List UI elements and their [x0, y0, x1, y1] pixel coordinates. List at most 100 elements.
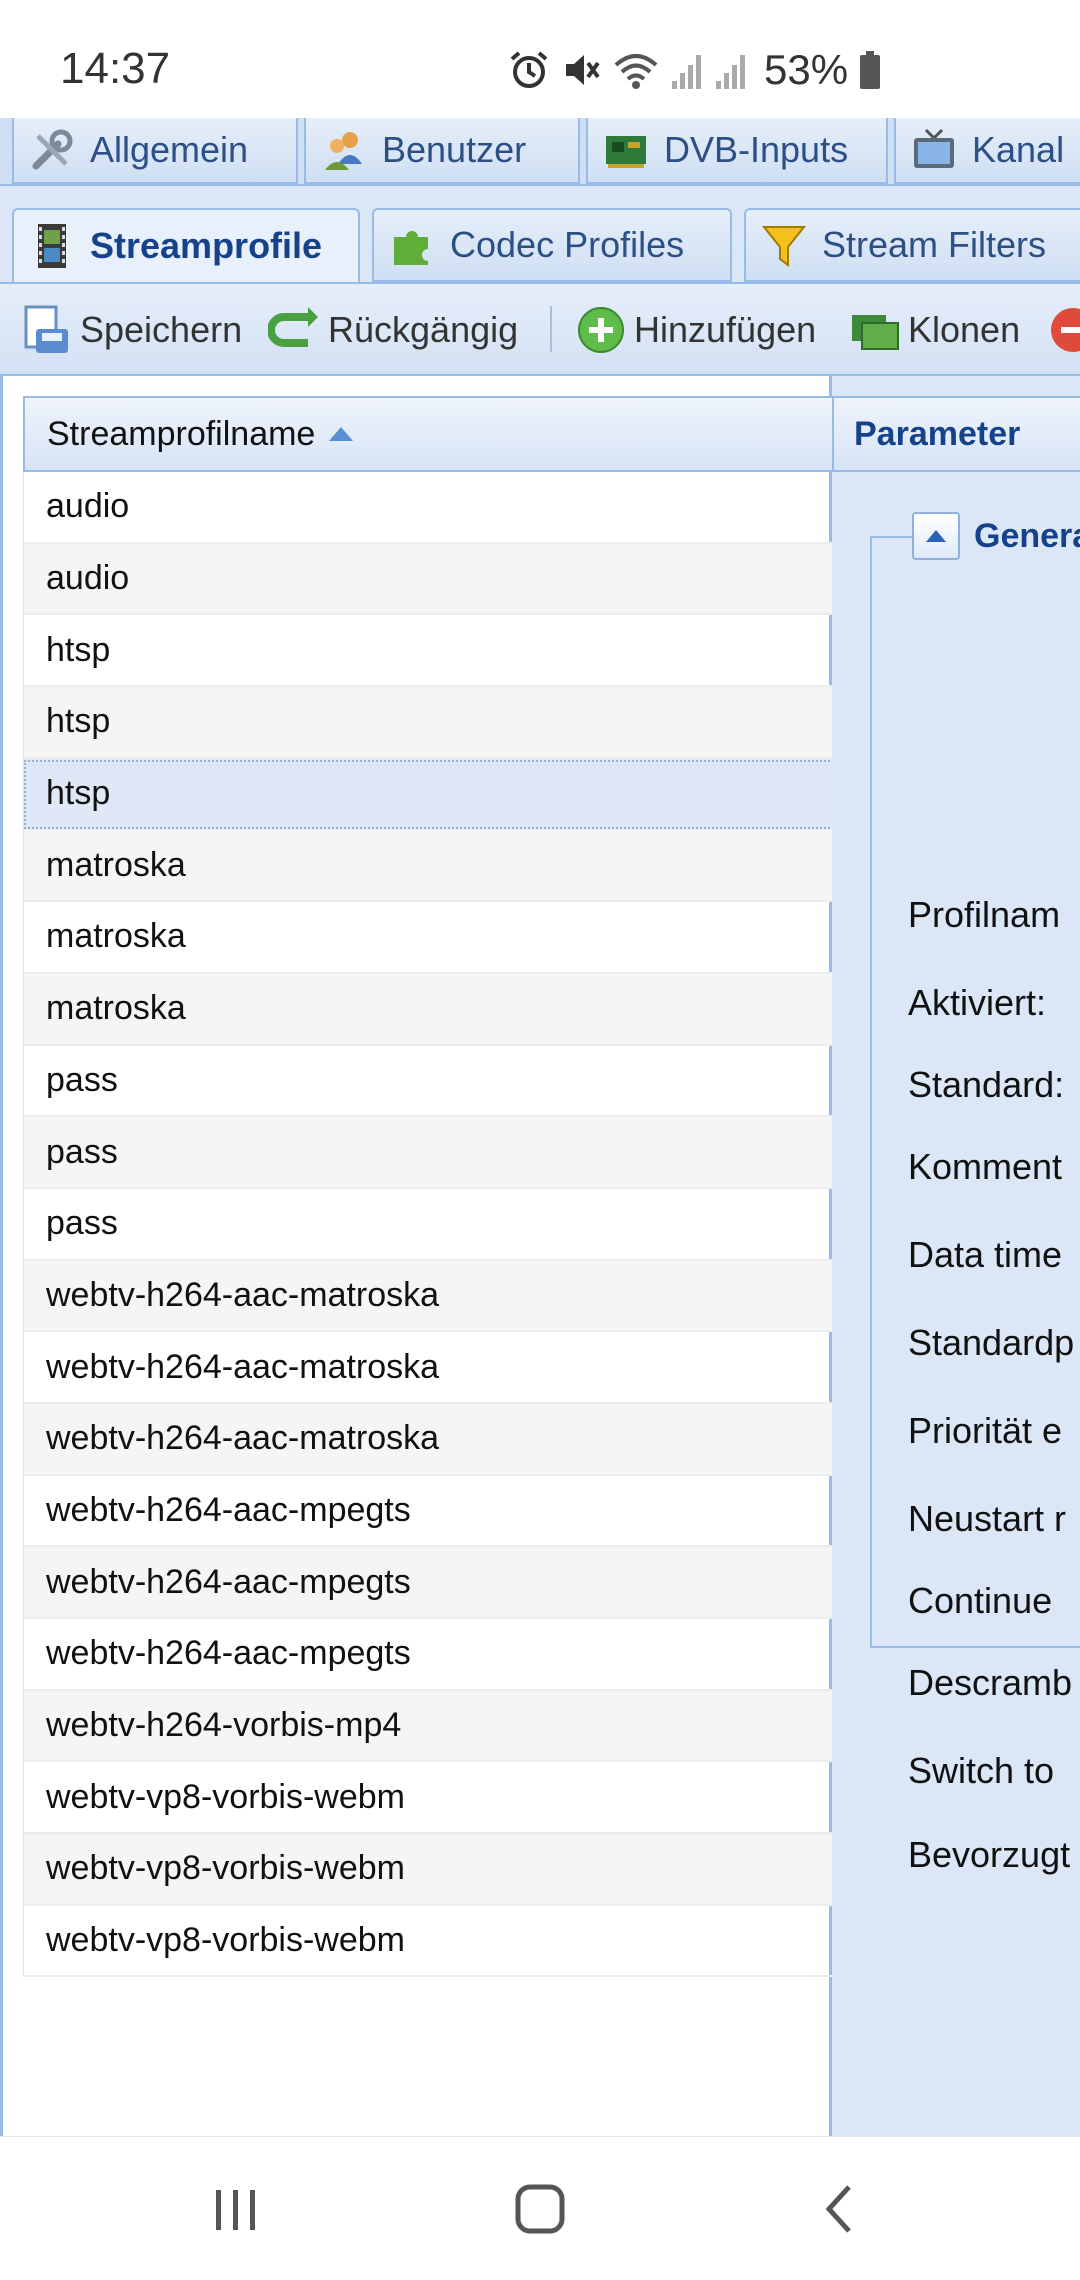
table-row[interactable]: htsp	[23, 615, 835, 688]
row-profile-name: webtv-vp8-vorbis-webm	[46, 1777, 405, 1816]
puzzle-icon	[394, 231, 428, 265]
tab-label: Streamprofile	[90, 225, 323, 266]
table-row[interactable]: webtv-vp8-vorbis-webm	[23, 1762, 835, 1835]
battery-icon	[860, 51, 881, 89]
row-profile-name: htsp	[46, 774, 111, 813]
wifi-icon	[614, 54, 658, 89]
table-row[interactable]: webtv-h264-aac-mpegts	[23, 1619, 835, 1691]
row-profile-name: webtv-vp8-vorbis-webm	[46, 1849, 405, 1888]
toolbar-separator	[550, 306, 552, 352]
row-profile-name: matroska	[46, 845, 186, 884]
alarm-icon	[510, 51, 548, 88]
clone-label: Klonen	[908, 309, 1021, 350]
save-icon	[24, 305, 68, 353]
recents-icon	[216, 2190, 255, 2230]
undo-icon	[268, 307, 318, 347]
tab-codec-profiles[interactable]: Codec Profiles	[372, 208, 732, 282]
table-row[interactable]: audio	[23, 472, 835, 544]
column-header-name[interactable]: Streamprofilname	[23, 396, 835, 472]
mute-icon	[566, 55, 600, 85]
parameter-label: Profilnam	[908, 894, 1061, 935]
tab-label: Benutzer	[382, 129, 527, 170]
parameter-label: Descramb	[908, 1662, 1073, 1703]
tab-benutzer[interactable]: Benutzer	[304, 118, 580, 184]
row-profile-name: webtv-h264-aac-matroska	[46, 1347, 440, 1386]
clone-icon	[852, 315, 899, 350]
tab-label: Stream Filters	[822, 224, 1047, 265]
parameter-label: Switch to	[908, 1750, 1055, 1791]
add-label: Hinzufügen	[634, 309, 817, 350]
tab-streamprofile[interactable]: Streamprofile	[12, 208, 360, 282]
collapse-toggle[interactable]	[912, 512, 960, 560]
save-label: Speichern	[80, 309, 243, 350]
battery-percent: 53%	[764, 46, 849, 93]
streamprofile-grid: Streamprofilname audio audio htsp htsp htsp m…	[0, 376, 835, 2136]
row-profile-name: htsp	[46, 630, 111, 669]
row-profile-name: webtv-h264-aac-matroska	[46, 1419, 440, 1458]
parameter-label: Priorität e	[908, 1410, 1063, 1451]
parameter-label: Neustart r	[908, 1498, 1067, 1539]
parameter-panel: Parameter Genera Profilnam Aktiviert: Stan…	[832, 376, 1080, 2136]
sort-ascending-icon	[329, 427, 354, 441]
parameter-label: Data time	[908, 1234, 1063, 1275]
delete-button[interactable]	[1046, 298, 1080, 362]
chevron-up-icon	[926, 530, 946, 542]
tab-label: DVB-Inputs	[664, 129, 849, 170]
status-icons: 53%	[508, 46, 882, 94]
toolbar: Speichern Rückgängig Hinzufügen Klonen	[0, 284, 1080, 376]
row-profile-name: webtv-h264-aac-mpegts	[46, 1490, 411, 1529]
table-row[interactable]: htsp	[23, 687, 835, 759]
table-row[interactable]: pass	[23, 1188, 835, 1261]
tab-label: Allgemein	[90, 129, 249, 170]
row-profile-name: webtv-h264-aac-mpegts	[46, 1634, 411, 1673]
row-profile-name: webtv-h264-aac-matroska	[46, 1275, 440, 1314]
table-row[interactable]: matroska	[23, 973, 835, 1046]
table-row[interactable]: pass	[23, 1045, 835, 1118]
undo-label: Rückgängig	[328, 309, 519, 350]
row-profile-name: webtv-h264-aac-mpegts	[46, 1562, 411, 1601]
table-row[interactable]: webtv-h264-aac-matroska	[23, 1260, 835, 1333]
parameter-label: Standard:	[908, 1064, 1065, 1105]
home-button[interactable]	[500, 2177, 580, 2241]
add-button[interactable]: Hinzufügen	[574, 298, 816, 362]
table-row[interactable]: pass	[23, 1117, 835, 1189]
table-row[interactable]: webtv-h264-aac-mpegts	[23, 1475, 835, 1548]
parameter-label: Standardp	[908, 1322, 1075, 1363]
row-profile-name: pass	[46, 1060, 118, 1099]
clone-button[interactable]: Klonen	[848, 298, 1020, 362]
signal-1-icon	[672, 55, 701, 89]
table-row[interactable]: audio	[23, 543, 835, 616]
tab-kanal[interactable]: Kanal	[894, 118, 1080, 184]
table-row[interactable]: webtv-h264-vorbis-mp4	[23, 1690, 835, 1763]
table-row[interactable]: webtv-h264-aac-mpegts	[23, 1547, 835, 1619]
table-row[interactable]: matroska	[23, 830, 835, 903]
table-row[interactable]: htsp	[23, 758, 835, 831]
recents-button[interactable]	[196, 2177, 276, 2241]
row-profile-name: audio	[46, 487, 130, 526]
main-tab-bar: Allgemein Benutzer DVB-Inputs Kanal	[0, 118, 1080, 186]
table-row[interactable]: webtv-vp8-vorbis-webm	[23, 1834, 835, 1906]
status-time: 14:37	[60, 44, 171, 93]
row-profile-name: pass	[46, 1204, 118, 1243]
row-profile-name: htsp	[46, 702, 111, 741]
undo-button[interactable]: Rückgängig	[268, 298, 518, 362]
tab-stream-filters[interactable]: Stream Filters	[744, 208, 1080, 282]
save-button[interactable]: Speichern	[20, 298, 242, 362]
row-profile-name: matroska	[46, 917, 186, 956]
filter-icon	[761, 226, 807, 267]
tab-label: Codec Profiles	[450, 224, 685, 265]
back-icon	[825, 2185, 851, 2233]
table-row[interactable]: matroska	[23, 902, 835, 974]
general-legend[interactable]: Genera	[912, 512, 1080, 560]
table-row[interactable]: webtv-vp8-vorbis-webm	[23, 1905, 835, 1978]
tab-allgemein[interactable]: Allgemein	[12, 118, 298, 184]
table-row[interactable]: webtv-h264-aac-matroska	[23, 1332, 835, 1404]
row-profile-name: webtv-h264-vorbis-mp4	[46, 1706, 402, 1745]
table-row[interactable]: webtv-h264-aac-matroska	[23, 1403, 835, 1476]
section-title: Genera	[974, 516, 1080, 555]
tab-dvb-inputs[interactable]: DVB-Inputs	[586, 118, 888, 184]
column-header-label: Streamprofilname	[47, 414, 316, 453]
home-icon	[515, 2184, 565, 2234]
sub-tab-bar: Streamprofile Codec Profiles Stream Filt…	[0, 186, 1080, 284]
back-button[interactable]	[800, 2177, 880, 2241]
